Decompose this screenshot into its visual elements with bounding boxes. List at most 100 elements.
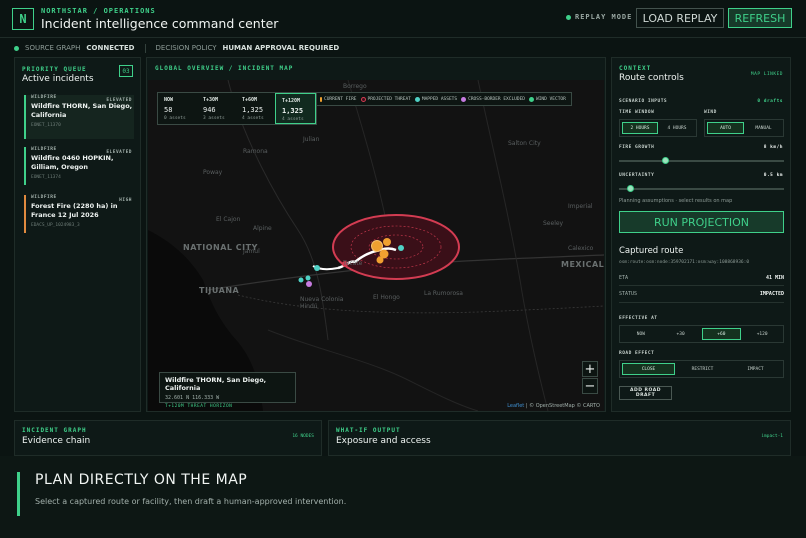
map-place-label: Borrego [343,83,367,90]
road-effect-label: ROAD EFFECT [619,351,655,356]
timeline-step-assets: 0 assets [164,116,186,121]
route-controls-title: Route controls [619,73,684,83]
legend-projected-threat: PROJECTED THREAT [360,96,411,102]
effective-now[interactable]: NOW [622,328,660,340]
timeline-step-label: T+60M [242,97,258,103]
map-place-label: Salton City [508,140,541,147]
connection-dot-icon [14,45,19,51]
timeline-step-label: T+30M [203,97,219,103]
forecast-timeline: NOW 58 0 assets T+30M 946 3 assets T+60M… [157,92,317,125]
uncertainty-slider-handle[interactable] [627,185,635,192]
incident-graph-panel: INCIDENT GRAPH Evidence chain 16 NODES [14,420,322,456]
context-label: CONTEXT [619,65,652,72]
road-effect-selector: CLOSE RESTRICT IMPACT [619,360,784,378]
wind-manual[interactable]: MANUAL [746,122,781,134]
timeline-step-value: 58 [164,106,173,114]
map-card-horizon: T+120M THREAT HORIZON [165,404,233,409]
incident-id: EONET_11374 [31,175,61,180]
timeline-step-label: NOW [164,97,174,103]
replay-mode-label: REPLAY MODE [575,13,633,21]
timeline-step-assets: 3 assets [203,116,225,121]
uncertainty-label: UNCERTAINTY [619,173,655,178]
map-place-label: Alpine [253,225,272,232]
fire-growth-value: 8 km/h [763,145,783,150]
effective-30[interactable]: +30 [662,328,700,340]
run-projection-button[interactable]: RUN PROJECTION [619,211,784,233]
planning-note: Planning assumptions · select results on… [619,198,733,204]
timeline-step-assets: 4 assets [282,117,304,122]
page-title: Incident intelligence command center [41,16,279,31]
scenario-drafts-count: 0 drafts [757,99,783,104]
excluded-swatch-icon [461,96,467,102]
map-place-label: Ramona [243,148,268,155]
road-effect-impact[interactable]: IMPACT [730,363,781,375]
scenario-inputs-row: SCENARIO INPUTS 0 drafts [619,99,783,104]
wind-label: WIND [704,110,717,115]
incident-item-hopkin[interactable]: WILDFIRE ELEVATED Wildfire 0460 HOPKIN, … [24,147,134,185]
incident-map[interactable]: Borrego Julian Ramona Poway El Cajon Alp… [148,80,604,411]
map-place-label: El Cajon [216,216,241,223]
replay-mode-indicator: REPLAY MODE [566,13,632,21]
scenario-inputs-label: SCENARIO INPUTS [619,99,668,104]
time-window-2h[interactable]: 2 HOURS [622,122,658,134]
timeline-step-30m[interactable]: T+30M 946 3 assets [197,93,236,124]
priority-queue-panel: PRIORITY QUEUE Active incidents 03 WILDF… [14,57,141,412]
map-place-label: Calexico [568,245,594,252]
map-attribution: Leaflet | © OpenStreetMap © CARTO [507,403,600,409]
zoom-in-button[interactable]: + [582,361,598,377]
cross-border-excluded-marker[interactable] [306,281,312,287]
legend-mapped-assets: MAPPED ASSETS [414,96,458,102]
incident-id: EONET_11370 [31,123,61,128]
divider [619,285,784,286]
map-legend: CURRENT FIRE PROJECTED THREAT MAPPED ASS… [316,92,572,106]
legend-label: WIND VECTOR [536,96,566,102]
effective-60[interactable]: +60 [701,328,742,340]
banner-subtitle: Select a captured route or facility, the… [35,497,347,506]
load-replay-button[interactable]: LOAD REPLAY [636,8,724,28]
mapped-asset-marker[interactable] [398,245,404,251]
fire-growth-slider-handle[interactable] [662,157,670,164]
road-effect-close[interactable]: CLOSE [622,363,675,375]
incident-name: Wildfire 0460 HOPKIN, Gilliam, Oregon [31,154,114,171]
timeline-step-60m[interactable]: T+60M 1,325 4 assets [236,93,275,124]
mapped-asset-marker[interactable] [314,265,320,271]
time-window-label: TIME WINDOW [619,110,655,115]
map-place-label: El Hongo [373,294,400,301]
source-graph-status: CONNECTED [86,44,135,52]
route-status-value: IMPACTED [759,291,784,297]
leaflet-link[interactable]: Leaflet [507,403,524,409]
status-divider [144,43,146,53]
logo-icon: N [12,8,34,30]
what-if-panel: WHAT-IF OUTPUT Exposure and access impac… [328,420,791,456]
effective-at-label: EFFECTIVE AT [619,316,658,321]
add-road-draft-button[interactable]: ADD ROAD DRAFT [619,386,672,400]
legend-label: MAPPED ASSETS [421,96,458,102]
decision-policy-value: HUMAN APPROVAL REQUIRED [222,44,340,52]
map-card-coords: 32.601 N 116.333 W [165,395,220,401]
fire-growth-slider[interactable] [619,157,784,164]
uncertainty-slider[interactable] [619,185,784,192]
wind-auto[interactable]: AUTO [707,122,744,134]
legend-wind-vector: WIND VECTOR [529,96,566,102]
projected-threat-area[interactable] [332,214,460,280]
fire-growth-row: FIRE GROWTH 8 km/h [619,145,783,150]
zoom-out-button[interactable]: − [582,378,598,394]
captured-route-title: Captured route [619,246,684,256]
map-place-label: Tecate [343,260,363,267]
time-window-4h[interactable]: 4 HOURS [660,122,694,134]
captured-route-id: osm:route:osm:node:359702171:osm:way:108… [619,260,750,265]
effective-120[interactable]: +120 [743,328,781,340]
road-effect-restrict[interactable]: RESTRICT [677,363,728,375]
fire-swatch-icon [320,96,322,102]
current-fire-marker[interactable] [371,240,383,252]
map-linked-badge: MAP LINKED [750,72,783,77]
incident-item-thorn[interactable]: WILDFIRE ELEVATED Wildfire THORN, San Di… [24,95,134,139]
route-status-label: STATUS [619,291,638,297]
incident-item-france[interactable]: WILDFIRE HIGH Forest Fire (2280 ha) in F… [24,195,134,233]
timeline-step-now[interactable]: NOW 58 0 assets [158,93,197,124]
incident-map-card: Wildfire THORN, San Diego, California 32… [159,372,296,409]
map-place-label: Imperial [568,203,593,210]
timeline-step-120m[interactable]: T+120M 1,325 4 assets [275,93,316,124]
effective-at-selector: NOW +30 +60 +120 [619,325,784,343]
refresh-button[interactable]: REFRESH [728,8,792,28]
